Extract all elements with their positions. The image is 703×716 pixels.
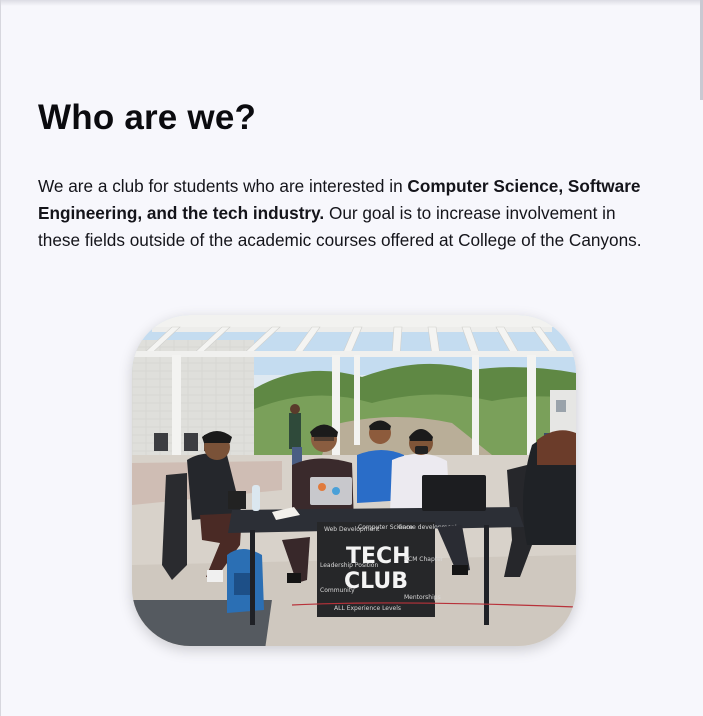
sign-note-levels: ALL Experience Levels [334, 605, 401, 612]
page: Who are we? We are a club for students w… [0, 0, 703, 716]
sign-note-acm: ACM Chapter [404, 556, 444, 563]
club-photo: TECH CLUB Web Development Computer Scien… [132, 315, 576, 646]
sign-note-mentorships: Mentorships [404, 594, 441, 601]
sign-note-leadership: Leadership Position [320, 562, 378, 569]
section-heading: Who are we? [38, 98, 257, 137]
intro-text-a: We are a club for students who are inter… [38, 176, 408, 196]
sign-note-community: Community [320, 587, 355, 594]
intro-paragraph: We are a club for students who are inter… [38, 173, 653, 253]
header-shadow [1, 0, 703, 6]
